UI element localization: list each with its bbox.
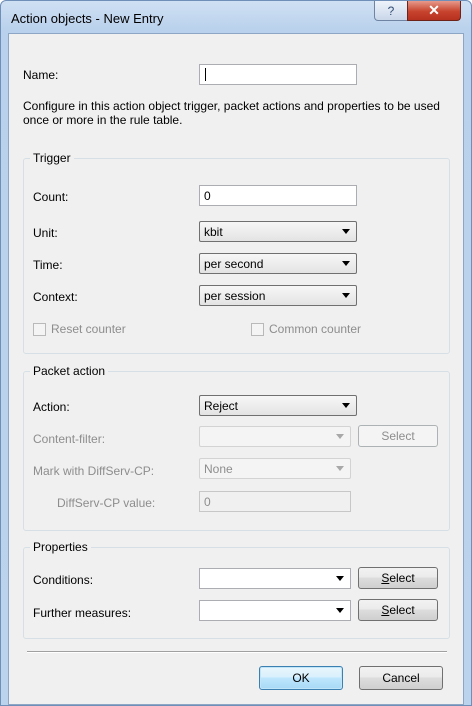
window-title: Action objects - New Entry — [11, 11, 164, 26]
further-measures-select-button[interactable]: Select — [358, 599, 438, 621]
ok-button[interactable]: OK — [259, 666, 343, 690]
action-select[interactable]: Reject — [199, 395, 357, 416]
footer-separator — [27, 651, 447, 653]
name-label: Name: — [23, 68, 59, 82]
chevron-down-icon — [342, 293, 350, 298]
further-measures-label: Further measures: — [33, 606, 132, 620]
context-select[interactable]: per session — [199, 285, 357, 306]
content-filter-label: Content-filter: — [33, 432, 106, 446]
conditions-select[interactable] — [199, 568, 351, 589]
time-select[interactable]: per second — [199, 253, 357, 274]
unit-select[interactable]: kbit — [199, 221, 357, 242]
content-filter-select-button[interactable]: Select — [358, 425, 438, 447]
reset-counter-label: Reset counter — [51, 322, 126, 336]
packet-action-group-title: Packet action — [30, 364, 109, 378]
trigger-group-title: Trigger — [30, 151, 74, 165]
time-label: Time: — [33, 258, 63, 272]
reset-counter-checkbox[interactable] — [33, 323, 46, 336]
chevron-down-icon — [336, 608, 344, 613]
diffserv-value-label: DiffServ-CP value: — [57, 496, 156, 510]
title-bar[interactable]: Action objects - New Entry ? ✕ — [1, 1, 471, 35]
chevron-down-icon — [336, 576, 344, 581]
chevron-down-icon — [336, 466, 344, 471]
count-label: Count: — [33, 190, 69, 204]
close-icon: ✕ — [428, 2, 440, 18]
chevron-down-icon — [342, 229, 350, 234]
count-input[interactable]: 0 — [199, 185, 357, 206]
close-button[interactable]: ✕ — [407, 1, 461, 21]
dialog-body: Name: Configure in this action object tr… — [8, 33, 464, 705]
content-filter-select[interactable] — [199, 426, 351, 447]
mark-diffserv-label: Mark with DiffServ-CP: — [33, 464, 155, 478]
help-icon: ? — [387, 3, 395, 18]
common-counter-checkbox[interactable] — [251, 323, 264, 336]
common-counter-label: Common counter — [269, 322, 362, 336]
text-cursor — [205, 68, 206, 81]
conditions-select-button[interactable]: Select — [358, 567, 438, 589]
mark-diffserv-select[interactable]: None — [199, 458, 351, 479]
chevron-down-icon — [342, 261, 350, 266]
chevron-down-icon — [336, 434, 344, 439]
name-input[interactable] — [199, 64, 357, 85]
description-text: Configure in this action object trigger,… — [23, 99, 440, 127]
action-label: Action: — [33, 400, 70, 414]
properties-group — [23, 547, 450, 639]
context-label: Context: — [33, 290, 78, 304]
help-button[interactable]: ? — [374, 1, 408, 21]
conditions-label: Conditions: — [33, 573, 94, 587]
diffserv-value-input[interactable]: 0 — [199, 491, 351, 512]
chevron-down-icon — [342, 403, 350, 408]
cancel-button[interactable]: Cancel — [359, 666, 443, 690]
properties-group-title: Properties — [30, 540, 91, 554]
further-measures-select[interactable] — [199, 600, 351, 621]
dialog-window: Action objects - New Entry ? ✕ Name: Con… — [0, 0, 472, 706]
unit-label: Unit: — [33, 226, 58, 240]
